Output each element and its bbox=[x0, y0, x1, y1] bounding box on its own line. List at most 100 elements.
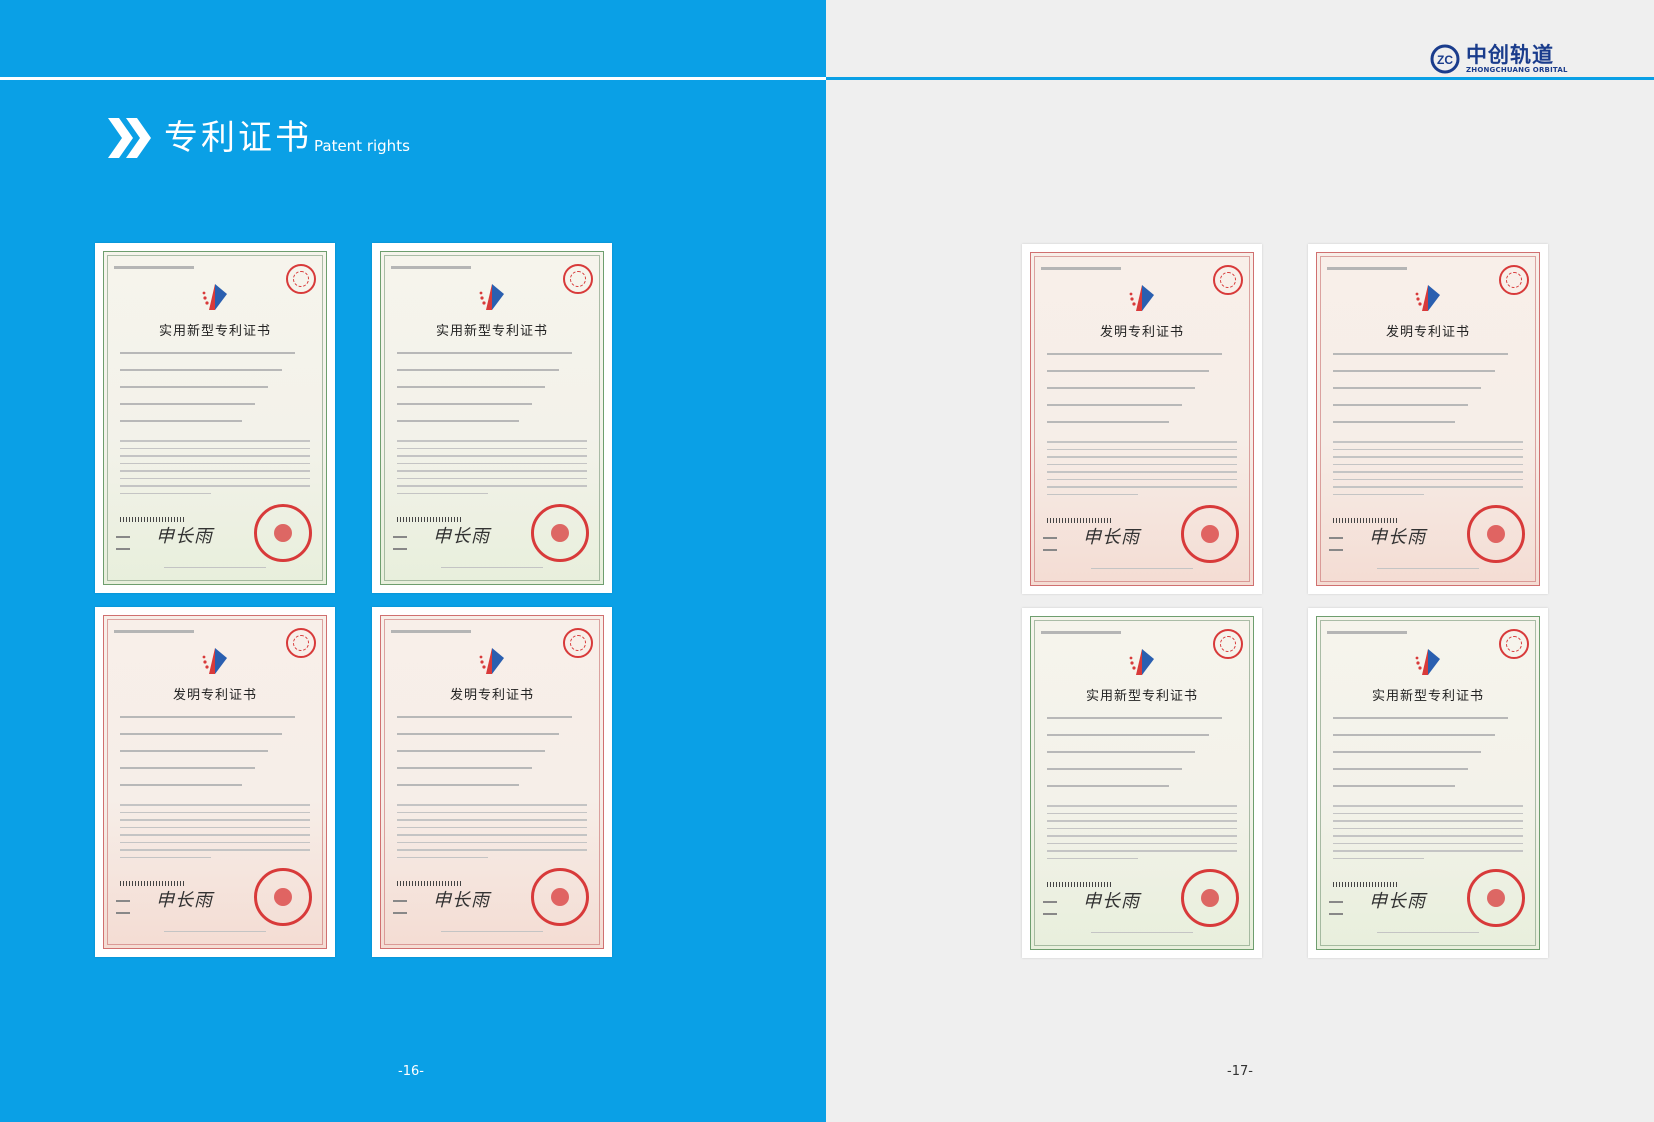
certificate-frame: 发明专利证书 申长雨 bbox=[103, 615, 327, 949]
certificate-footer bbox=[164, 566, 266, 568]
section-title: 专利证书 Patent rights bbox=[108, 118, 410, 158]
certificate-frame: 实用新型专利证书申长雨 bbox=[380, 251, 604, 585]
certificate-fields bbox=[397, 716, 587, 801]
patent-certificate: 发明专利证书 申长雨 bbox=[95, 607, 335, 957]
certificate-footer bbox=[1091, 931, 1193, 933]
signature: 申长雨 bbox=[433, 890, 490, 911]
official-red-seal bbox=[531, 868, 589, 926]
certificate-number bbox=[1041, 267, 1121, 270]
patent-office-emblem-icon bbox=[202, 284, 227, 310]
certificate-number bbox=[1327, 267, 1407, 270]
certificate-footer bbox=[1091, 567, 1193, 569]
certificate-number bbox=[114, 630, 194, 633]
certificate-title: 实用新型专利证书 bbox=[1371, 689, 1484, 704]
certificate-fields bbox=[1333, 717, 1523, 802]
certificate-title: 实用新型专利证书 bbox=[158, 324, 271, 339]
signature-label bbox=[116, 900, 130, 914]
certificate-corner-seal bbox=[286, 264, 316, 294]
certificate-fields bbox=[120, 352, 310, 437]
patent-office-emblem-icon bbox=[1415, 285, 1440, 311]
signature: 申长雨 bbox=[433, 526, 490, 547]
certificate-body-text bbox=[120, 804, 310, 864]
certificate-body-text bbox=[397, 440, 587, 500]
certificate-corner-seal bbox=[286, 628, 316, 658]
double-chevron-icon bbox=[108, 118, 151, 158]
certificate-title: 发明专利证书 bbox=[172, 688, 257, 703]
signature: 申长雨 bbox=[156, 526, 213, 547]
patent-certificate: 发明专利证书申长雨 bbox=[372, 607, 612, 957]
certificate-number bbox=[1327, 631, 1407, 634]
certificate-number bbox=[391, 630, 471, 633]
certificate-frame: 实用新型专利证书申长雨 bbox=[1030, 616, 1254, 950]
certificate-frame: 实用新型专利证书申长雨 bbox=[1316, 616, 1540, 950]
signature: 申长雨 bbox=[1083, 527, 1140, 548]
certificate-corner-seal bbox=[1499, 265, 1529, 295]
certificate-body-text bbox=[1047, 441, 1237, 501]
certificate-title: 发明专利证书 bbox=[1385, 325, 1470, 340]
certificate-corner-seal bbox=[563, 628, 593, 658]
certificate-footer bbox=[441, 566, 543, 568]
patent-office-emblem-icon bbox=[202, 648, 227, 674]
certificate-footer bbox=[1377, 931, 1479, 933]
signature-label bbox=[1043, 901, 1057, 915]
signature: 申长雨 bbox=[1369, 527, 1426, 548]
signature: 申长雨 bbox=[1369, 891, 1426, 912]
certificate-body-text bbox=[120, 440, 310, 500]
patent-office-emblem-icon bbox=[1129, 649, 1154, 675]
signature-label bbox=[1043, 537, 1057, 551]
certificate-title: 实用新型专利证书 bbox=[1085, 689, 1198, 704]
official-red-seal bbox=[254, 868, 312, 926]
certificate-corner-seal bbox=[1499, 629, 1529, 659]
signature: 申长雨 bbox=[1083, 891, 1140, 912]
certificate-title: 实用新型专利证书 bbox=[435, 324, 548, 339]
official-red-seal bbox=[1181, 505, 1239, 563]
logo-name-cn: 中创轨道 bbox=[1466, 43, 1554, 67]
page-number-left: -16- bbox=[398, 1064, 424, 1079]
certificate-body-text bbox=[1047, 805, 1237, 865]
logo-name-en: ZHONGCHUANG ORBITAL bbox=[1466, 66, 1568, 74]
certificate-fields bbox=[120, 716, 310, 801]
certificate-frame: 实用新型专利证书申长雨 bbox=[103, 251, 327, 585]
certificate-frame: 发明专利证书申长雨 bbox=[1316, 252, 1540, 586]
header-rule-left bbox=[0, 77, 826, 80]
patent-certificate: 实用新型专利证书申长雨 bbox=[1022, 608, 1262, 958]
official-red-seal bbox=[254, 504, 312, 562]
certificate-footer bbox=[1377, 567, 1479, 569]
patent-certificate: 实用新型专利证书申长雨 bbox=[95, 243, 335, 593]
signature-label bbox=[393, 900, 407, 914]
patent-office-emblem-icon bbox=[1415, 649, 1440, 675]
logo-mark-text: ZC bbox=[1437, 53, 1453, 67]
certificate-fields bbox=[397, 352, 587, 437]
section-title-cn: 专利证书 bbox=[164, 118, 312, 158]
patent-office-emblem-icon bbox=[479, 284, 504, 310]
certificate-frame: 发明专利证书 申长雨 bbox=[1030, 252, 1254, 586]
certificate-fields bbox=[1047, 717, 1237, 802]
certificate-number bbox=[114, 266, 194, 269]
certificate-number bbox=[1041, 631, 1121, 634]
official-red-seal bbox=[1467, 869, 1525, 927]
signature-label bbox=[393, 536, 407, 550]
certificate-title: 发明专利证书 bbox=[449, 688, 534, 703]
patent-office-emblem-icon bbox=[1129, 285, 1154, 311]
certificate-fields bbox=[1333, 353, 1523, 438]
certificate-fields bbox=[1047, 353, 1237, 438]
certificate-number bbox=[391, 266, 471, 269]
signature-label bbox=[1329, 537, 1343, 551]
certificate-corner-seal bbox=[1213, 629, 1243, 659]
patent-certificate: 发明专利证书 申长雨 bbox=[1022, 244, 1262, 594]
zc-logo-icon: ZC bbox=[1430, 44, 1460, 74]
header-rule-right bbox=[826, 77, 1654, 80]
company-logo: ZC 中创轨道 ZHONGCHUANG ORBITAL bbox=[1430, 44, 1568, 74]
page-number-right: -17- bbox=[1227, 1064, 1253, 1079]
certificate-corner-seal bbox=[1213, 265, 1243, 295]
certificate-body-text bbox=[1333, 805, 1523, 865]
patent-certificate: 实用新型专利证书申长雨 bbox=[372, 243, 612, 593]
patent-certificate: 实用新型专利证书申长雨 bbox=[1308, 608, 1548, 958]
section-title-en: Patent rights bbox=[314, 137, 410, 155]
official-red-seal bbox=[1467, 505, 1525, 563]
certificate-body-text bbox=[397, 804, 587, 864]
official-red-seal bbox=[1181, 869, 1239, 927]
certificate-corner-seal bbox=[563, 264, 593, 294]
official-red-seal bbox=[531, 504, 589, 562]
certificate-footer bbox=[164, 930, 266, 932]
